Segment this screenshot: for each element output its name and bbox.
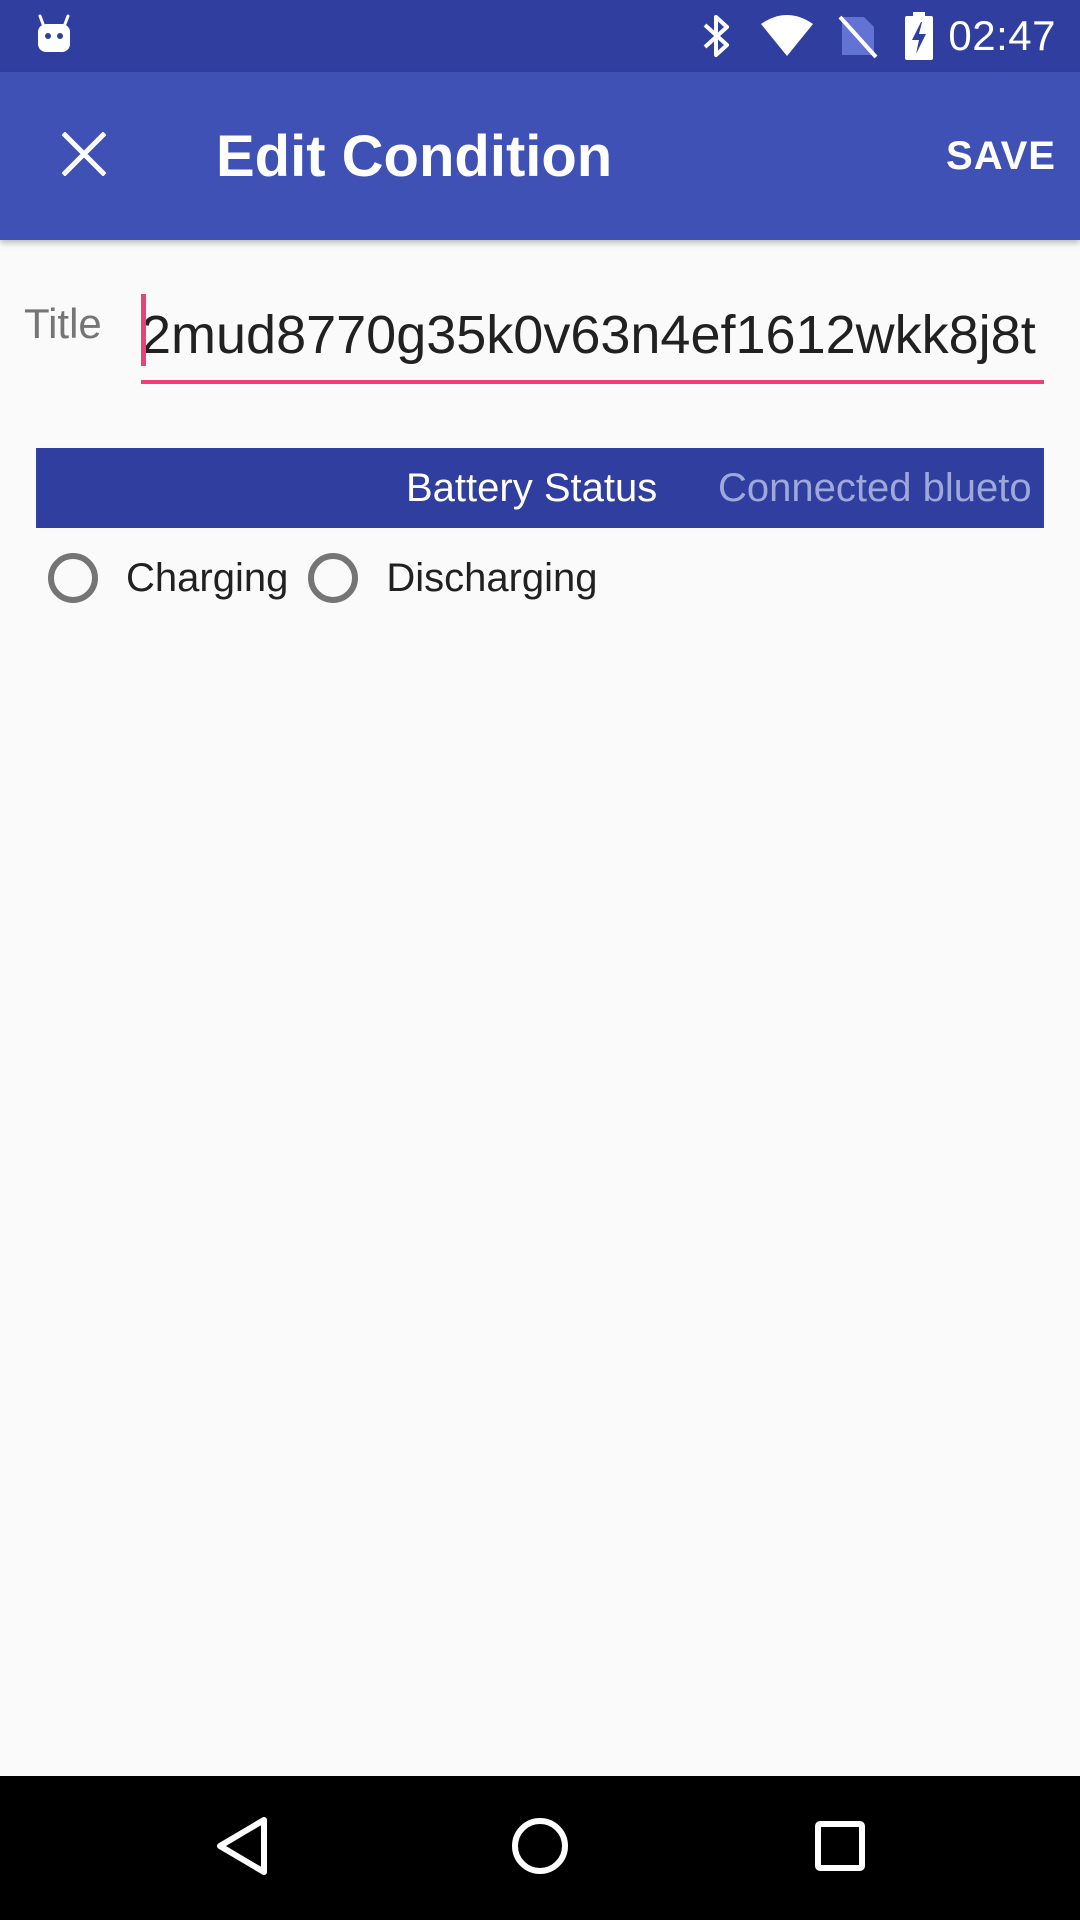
save-button[interactable]: SAVE [946,72,1056,240]
status-time: 02:47 [948,12,1056,59]
title-field[interactable] [141,290,1044,384]
radio-label: Charging [126,555,289,600]
status-bar: 02:47 [0,0,1080,72]
tab-battery-status[interactable]: Battery Status [406,448,657,528]
screen: 02:47 Edit Condition SAVE Title Battery … [0,0,1080,1920]
radio-discharging[interactable]: Discharging [308,553,598,603]
status-icons: 02:47 [702,0,1056,72]
title-input[interactable] [141,290,1044,380]
recents-icon [814,1820,866,1877]
close-icon [61,130,107,181]
page-title: Edit Condition [216,123,613,189]
radio-button-icon[interactable] [48,553,98,603]
wifi-icon [760,0,814,72]
navigation-bar [0,1776,1080,1920]
battery-charging-icon [904,0,934,72]
bluetooth-icon [702,0,732,72]
radio-charging[interactable]: Charging [48,553,288,603]
tab-connected-bluetooth[interactable]: Connected blueto [718,448,1032,528]
android-debug-icon [36,14,72,54]
title-label: Title [24,300,102,347]
radio-button-icon[interactable] [308,553,359,603]
back-icon [214,1816,270,1881]
no-sim-icon [838,0,878,72]
home-button[interactable] [468,1776,612,1920]
app-bar: Edit Condition SAVE [0,72,1080,240]
back-button[interactable] [170,1776,314,1920]
home-icon [510,1816,570,1881]
radio-label: Discharging [386,555,598,600]
close-button[interactable] [36,108,132,204]
recents-button[interactable] [768,1776,912,1920]
text-cursor [141,294,146,366]
battery-status-radio-group: Charging Discharging [48,544,618,612]
tab-bar: Battery Status Connected blueto [36,448,1044,528]
